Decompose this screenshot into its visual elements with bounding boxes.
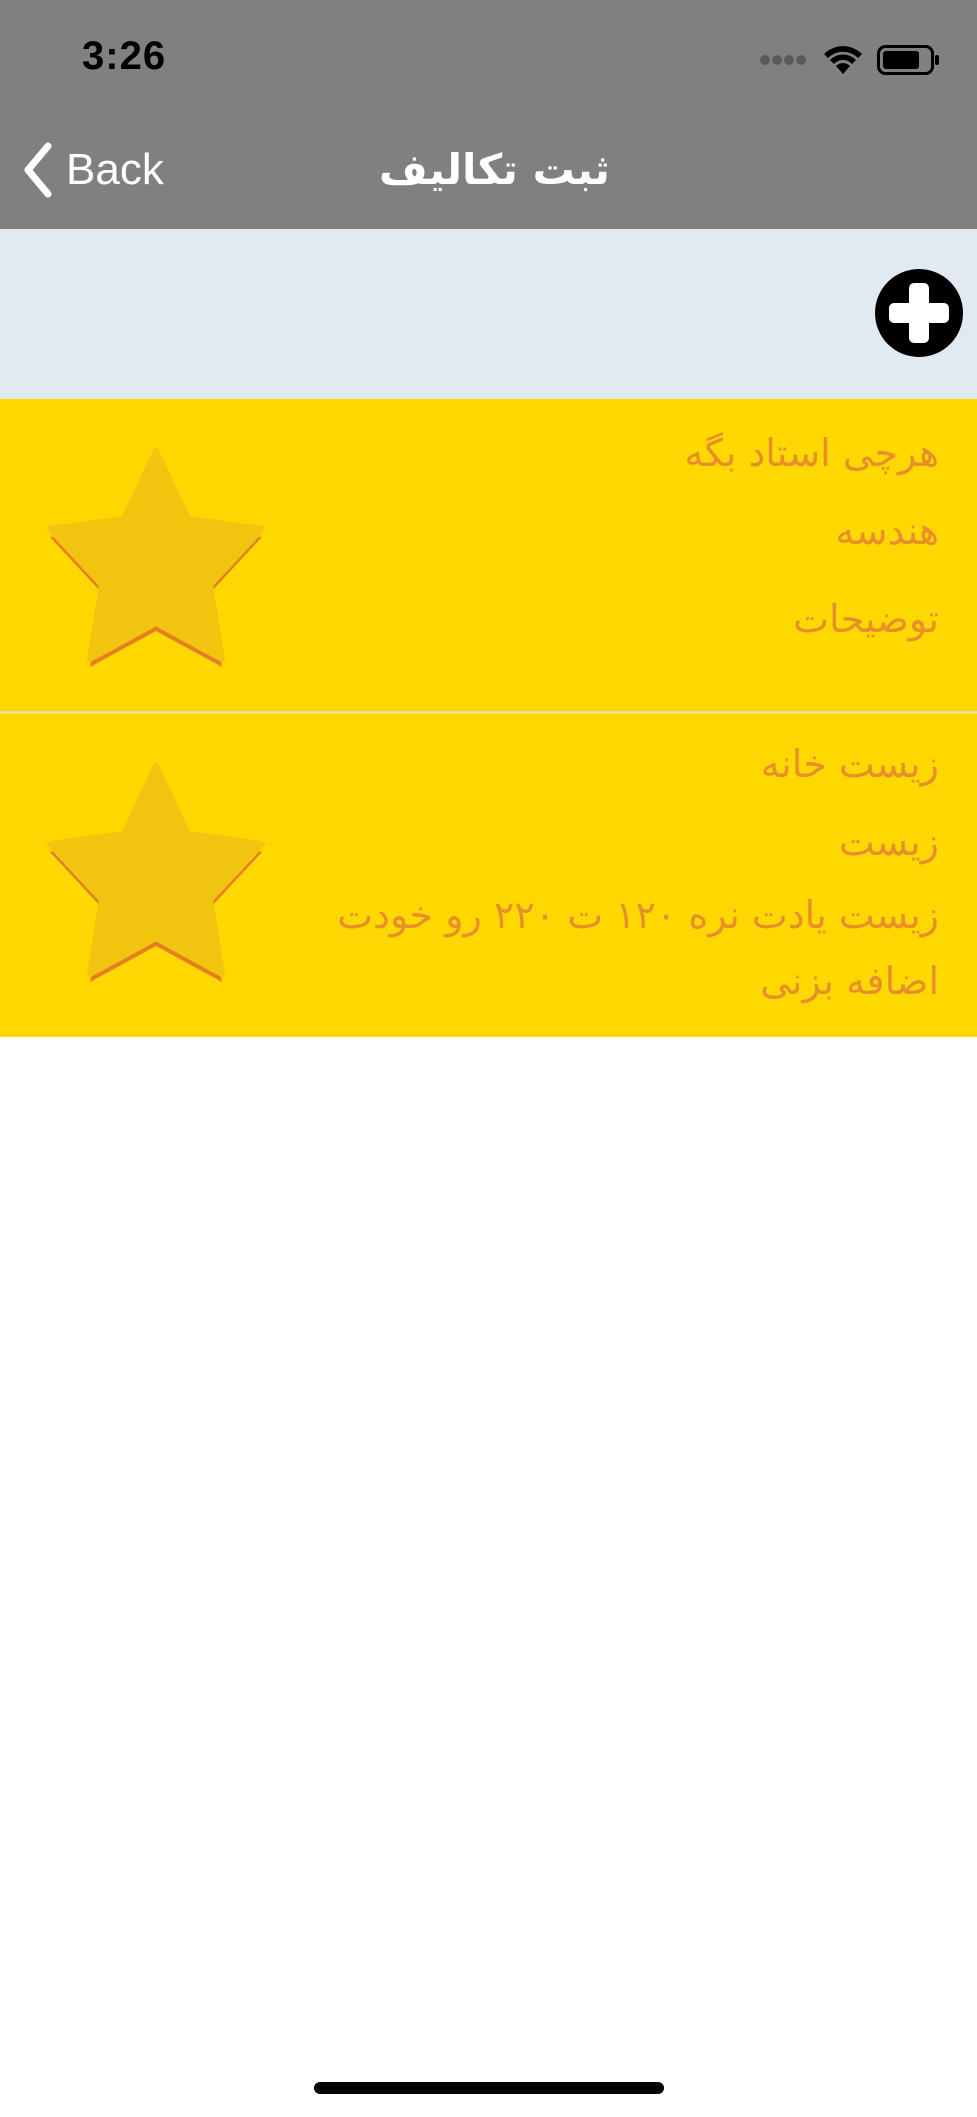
list-item[interactable]: هرچی استاد بگه هندسه توضیحات (0, 399, 977, 711)
task-description: زیست یادت نره ۱۲۰ ت ۲۲۰ رو خودت اضافه بز… (337, 893, 939, 1003)
task-subject: هندسه (835, 509, 939, 553)
toolbar (0, 229, 977, 399)
screen: 3:26 Back ثبت تکالیف هرچی استاد بگه هندس… (0, 0, 977, 2117)
status-icons (759, 40, 941, 80)
task-description: توضیحات (793, 597, 939, 641)
task-subject: زیست (838, 820, 939, 864)
signal-icon (760, 55, 806, 65)
task-title: هرچی استاد بگه (684, 431, 939, 475)
navigation-bar: 3:26 Back ثبت تکالیف (0, 0, 977, 229)
home-indicator[interactable] (314, 2082, 664, 2094)
page-title: ثبت تکالیف (379, 145, 610, 194)
task-list: هرچی استاد بگه هندسه توضیحات زیست خانه ز… (0, 399, 977, 1037)
wifi-icon (824, 46, 862, 74)
list-item[interactable]: زیست خانه زیست زیست یادت نره ۱۲۰ ت ۲۲۰ ر… (0, 711, 977, 1037)
star-icon[interactable] (46, 439, 266, 669)
star-icon[interactable] (46, 754, 266, 984)
add-button[interactable] (873, 267, 965, 359)
task-title: زیست خانه (760, 742, 939, 786)
status-time: 3:26 (82, 34, 167, 78)
battery-icon (877, 45, 939, 75)
